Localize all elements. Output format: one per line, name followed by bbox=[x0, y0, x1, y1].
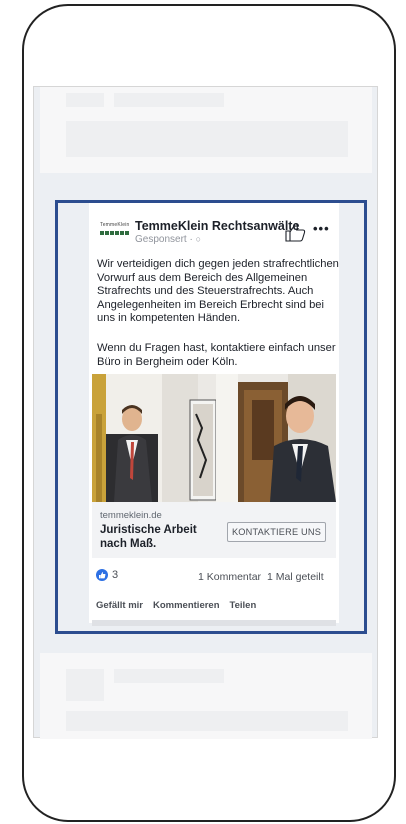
placeholder-post-bottom bbox=[40, 653, 372, 739]
engagement-stats: 1 Kommentar 1 Mal geteilt bbox=[198, 571, 330, 583]
like-reaction-icon bbox=[96, 569, 108, 581]
like-page-icon[interactable] bbox=[284, 222, 306, 242]
post-actions: Gefällt mir Kommentieren Teilen bbox=[96, 600, 266, 611]
logo-green-bar bbox=[100, 231, 130, 235]
share-button[interactable]: Teilen bbox=[230, 600, 257, 611]
post-text-paragraph-1: Wir verteidigen dich gegen jeden strafre… bbox=[97, 258, 339, 325]
like-button[interactable]: Gefällt mir bbox=[96, 600, 143, 611]
page-name-link[interactable]: TemmeKlein Rechtsanwälte bbox=[135, 219, 299, 233]
link-domain: temmeklein.de bbox=[100, 510, 162, 521]
link-headline[interactable]: Juristische Arbeit nach Maß. bbox=[100, 523, 212, 551]
more-options-icon[interactable]: ••• bbox=[313, 221, 330, 236]
post-bottom-divider bbox=[92, 620, 336, 626]
advertiser-logo[interactable]: TemmeKlein bbox=[100, 222, 130, 235]
reaction-summary[interactable]: 3 bbox=[96, 569, 118, 581]
reaction-count: 3 bbox=[112, 569, 119, 581]
globe-icon: ○ bbox=[195, 234, 202, 244]
post-text-paragraph-2: Wenn du Fragen hast, kontaktiere einfach… bbox=[97, 342, 336, 368]
share-count[interactable]: 1 Mal geteilt bbox=[267, 571, 324, 583]
logo-wordmark: TemmeKlein bbox=[100, 222, 130, 228]
ad-photo-lawyers[interactable] bbox=[92, 374, 336, 502]
comment-count[interactable]: 1 Kommentar bbox=[198, 571, 261, 583]
sponsored-label: Gesponsert · ○ bbox=[135, 234, 202, 245]
contact-us-button[interactable]: KONTAKTIERE UNS bbox=[227, 522, 326, 542]
comment-button[interactable]: Kommentieren bbox=[153, 600, 220, 611]
placeholder-post-top bbox=[40, 87, 372, 173]
lawyers-illustration bbox=[92, 374, 336, 502]
